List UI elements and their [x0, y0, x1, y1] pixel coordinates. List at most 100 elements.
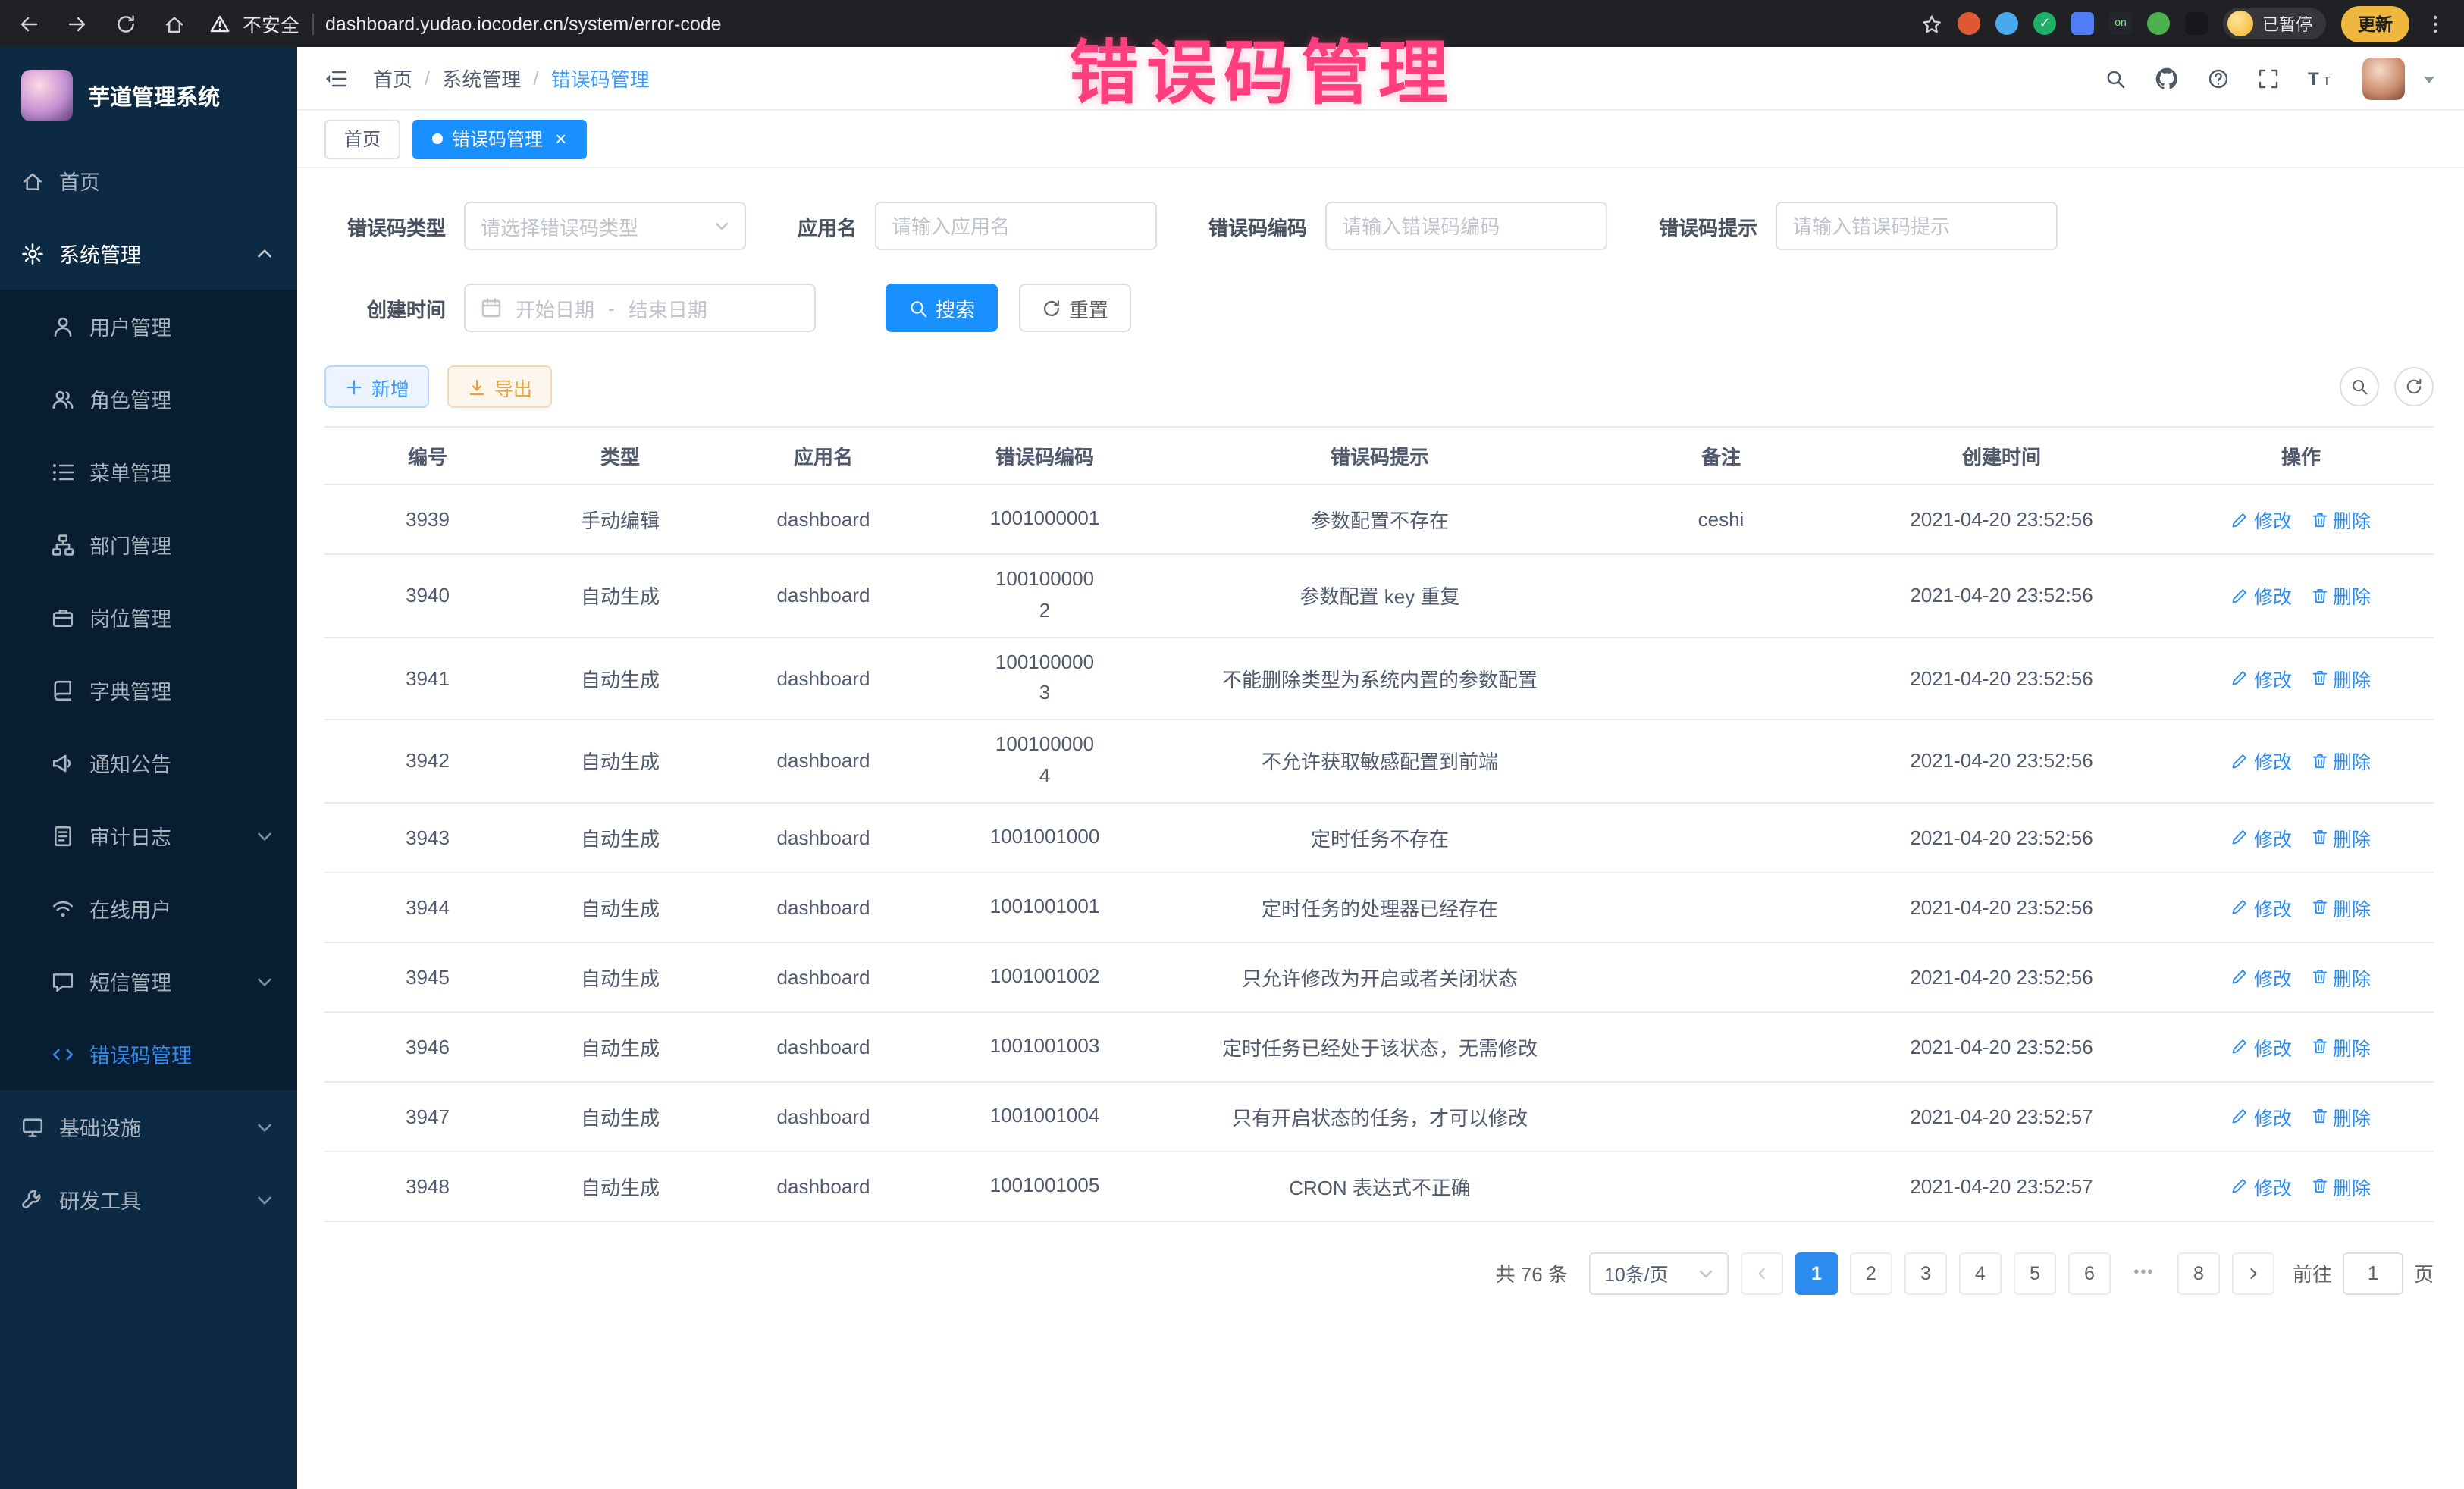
sidebar-item-1[interactable]: 系统管理: [0, 217, 297, 290]
sidebar-item-2[interactable]: 用户管理: [0, 290, 297, 362]
delete-link[interactable]: 删除: [2310, 893, 2371, 922]
edit-link[interactable]: 修改: [2231, 664, 2292, 693]
pagination-page-6[interactable]: 6: [2068, 1252, 2111, 1295]
table-cell: 3945: [324, 942, 531, 1012]
gear-icon: [21, 242, 44, 265]
sidebar-item-8[interactable]: 通知公告: [0, 726, 297, 799]
export-button[interactable]: 导出: [447, 365, 552, 408]
tab-home[interactable]: 首页: [324, 119, 400, 158]
sidebar-item-9[interactable]: 审计日志: [0, 799, 297, 872]
extension-icon[interactable]: [2071, 12, 2094, 35]
table-cell: 参数配置 key 重复: [1152, 554, 1607, 637]
table-cell: 2021-04-20 23:52:56: [1835, 873, 2168, 942]
delete-link[interactable]: 删除: [2310, 1172, 2371, 1201]
breadcrumb-system[interactable]: 系统管理: [442, 64, 521, 92]
browser-back-icon[interactable]: [18, 13, 39, 34]
delete-link[interactable]: 删除: [2310, 664, 2371, 693]
pagination-page-8[interactable]: 8: [2177, 1252, 2220, 1295]
sidebar-item-label: 用户管理: [89, 311, 276, 341]
extension-icon[interactable]: [2147, 12, 2170, 35]
delete-link[interactable]: 删除: [2310, 963, 2371, 992]
sidebar-item-5[interactable]: 部门管理: [0, 508, 297, 581]
delete-link[interactable]: 删除: [2310, 581, 2371, 610]
tab-error-code[interactable]: 错误码管理 ×: [412, 119, 586, 158]
sidebar-collapse-icon[interactable]: [324, 66, 349, 90]
table-cell: 自动生成: [531, 1082, 710, 1152]
delete-link[interactable]: 删除: [2310, 1102, 2371, 1131]
github-icon[interactable]: [2155, 66, 2179, 90]
app-name-input[interactable]: [875, 202, 1157, 250]
font-size-icon[interactable]: TT: [2308, 67, 2334, 89]
error-message-input[interactable]: [1776, 202, 2058, 250]
pagination-page-1[interactable]: 1: [1795, 1252, 1838, 1295]
table-header-row: 编号 类型 应用名 错误码编码 错误码提示 备注 创建时间 操作: [324, 427, 2434, 484]
table-cell: 自动生成: [531, 637, 710, 719]
delete-link[interactable]: 删除: [2310, 1033, 2371, 1061]
pagination-page-5[interactable]: 5: [2014, 1252, 2056, 1295]
delete-link[interactable]: 删除: [2310, 823, 2371, 852]
refresh-table-button[interactable]: [2394, 367, 2434, 406]
extension-icon[interactable]: [1995, 12, 2018, 35]
extension-icon[interactable]: ✓: [2033, 12, 2056, 35]
pagination-prev[interactable]: [1741, 1252, 1783, 1295]
tab-close-icon[interactable]: ×: [555, 129, 566, 149]
sidebar-item-label: 在线用户: [89, 893, 276, 923]
delete-link[interactable]: 删除: [2310, 747, 2371, 776]
sidebar-item-6[interactable]: 岗位管理: [0, 581, 297, 654]
chevron-up-icon: [253, 242, 276, 265]
error-code-input[interactable]: [1325, 202, 1607, 250]
browser-reload-icon[interactable]: [115, 13, 136, 34]
toggle-search-button[interactable]: [2340, 367, 2379, 406]
help-icon[interactable]: [2208, 67, 2229, 89]
sidebar-item-7[interactable]: 字典管理: [0, 654, 297, 726]
edit-link[interactable]: 修改: [2231, 505, 2292, 534]
sidebar-item-10[interactable]: 在线用户: [0, 872, 297, 945]
browser-menu-icon[interactable]: [2425, 13, 2446, 34]
calendar-icon: [481, 297, 502, 318]
goto-page-input[interactable]: [2343, 1252, 2403, 1295]
edit-link[interactable]: 修改: [2231, 747, 2292, 776]
page-size-select[interactable]: 10条/页: [1589, 1252, 1729, 1295]
edit-link[interactable]: 修改: [2231, 1033, 2292, 1061]
extension-icon[interactable]: [1958, 12, 1980, 35]
edit-link[interactable]: 修改: [2231, 1102, 2292, 1131]
sidebar-item-13[interactable]: 基础设施: [0, 1090, 297, 1163]
search-button[interactable]: 搜索: [886, 284, 998, 332]
edit-link[interactable]: 修改: [2231, 893, 2292, 922]
sidebar-item-0[interactable]: 首页: [0, 144, 297, 217]
edit-link[interactable]: 修改: [2231, 823, 2292, 852]
fullscreen-icon[interactable]: [2258, 67, 2279, 89]
sidebar-item-11[interactable]: 短信管理: [0, 945, 297, 1017]
header-search-icon[interactable]: [2105, 67, 2126, 89]
error-type-select[interactable]: 请选择错误码类型: [464, 202, 746, 250]
pagination-page-3[interactable]: 3: [1904, 1252, 1947, 1295]
delete-link[interactable]: 删除: [2310, 505, 2371, 534]
edit-link[interactable]: 修改: [2231, 1172, 2292, 1201]
sidebar-item-12[interactable]: 错误码管理: [0, 1017, 297, 1090]
browser-profile-chip[interactable]: 已暂停: [2223, 8, 2326, 39]
breadcrumb-home[interactable]: 首页: [373, 64, 412, 92]
edit-link[interactable]: 修改: [2231, 581, 2292, 610]
add-button[interactable]: 新增: [324, 365, 429, 408]
user-menu-caret-icon[interactable]: [2422, 71, 2437, 86]
create-time-range-picker[interactable]: 开始日期 - 结束日期: [464, 284, 816, 332]
bookmark-star-icon[interactable]: [1921, 13, 1942, 34]
extension-icon[interactable]: on: [2109, 12, 2132, 35]
pagination-next[interactable]: [2232, 1252, 2274, 1295]
sidebar-item-3[interactable]: 角色管理: [0, 362, 297, 435]
pagination-page-2[interactable]: 2: [1850, 1252, 1892, 1295]
edit-icon: [2231, 752, 2249, 770]
app-logo[interactable]: 芋道管理系统: [0, 47, 297, 144]
sidebar-item-4[interactable]: 菜单管理: [0, 435, 297, 508]
menu-icon: [52, 460, 74, 483]
edit-link[interactable]: 修改: [2231, 963, 2292, 992]
pagination-page-4[interactable]: 4: [1959, 1252, 2002, 1295]
puzzle-extension-icon[interactable]: [2185, 12, 2208, 35]
browser-home-icon[interactable]: [164, 13, 185, 34]
browser-update-button[interactable]: 更新: [2341, 5, 2409, 42]
browser-forward-icon[interactable]: [67, 13, 88, 34]
user-avatar[interactable]: [2362, 57, 2405, 99]
reset-button[interactable]: 重置: [1019, 284, 1131, 332]
sidebar-item-14[interactable]: 研发工具: [0, 1163, 297, 1236]
address-bar[interactable]: 不安全 dashboard.yudao.iocoder.cn/system/er…: [209, 9, 1906, 38]
